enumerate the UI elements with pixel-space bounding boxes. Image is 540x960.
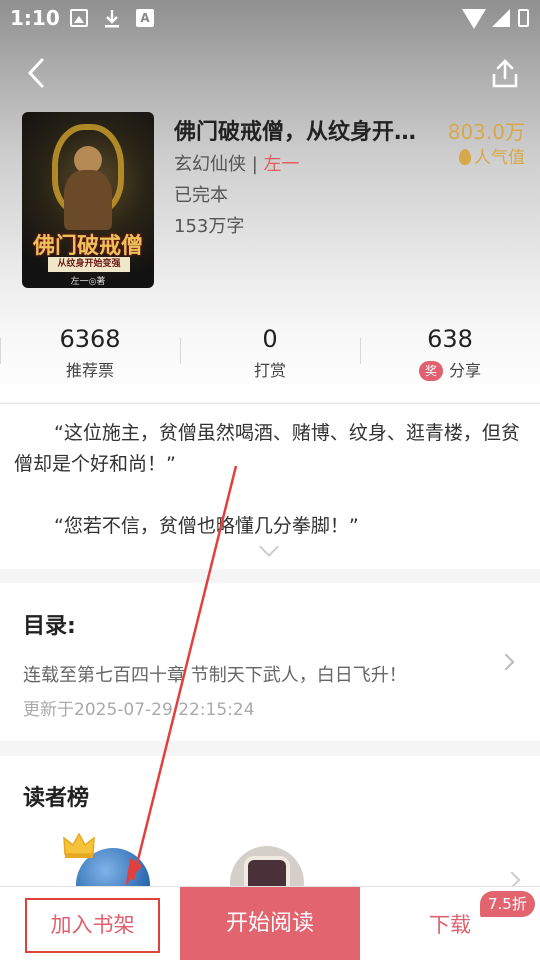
cover-subtitle: 从纹身开始变强 — [48, 257, 130, 272]
stat-share[interactable]: 638 奖分享 — [360, 325, 540, 381]
crown-icon — [63, 832, 95, 858]
stat-recommend[interactable]: 6368 推荐票 — [0, 325, 180, 381]
back-button[interactable] — [22, 56, 52, 90]
start-reading-button[interactable]: 开始阅读 — [180, 887, 360, 960]
download-notification-icon — [103, 9, 121, 28]
reward-badge-icon: 奖 — [418, 361, 443, 381]
book-status: 已完本 — [174, 185, 228, 206]
book-genre[interactable]: 玄幻仙侠 — [174, 154, 246, 175]
book-cover[interactable]: 佛门破戒僧 从纹身开始变强 左一◎著 — [22, 112, 154, 288]
bottom-action-bar: 加入书架 开始阅读 下载 — [0, 886, 540, 960]
wifi-icon — [462, 9, 486, 29]
book-author-link[interactable]: 左一 — [264, 154, 300, 175]
status-time: 1:10 — [10, 6, 60, 30]
book-word-count: 153万字 — [174, 216, 245, 237]
chevron-right-icon — [497, 653, 515, 671]
stat-divider — [180, 338, 181, 364]
avatar[interactable] — [230, 846, 304, 886]
discount-badge: 7.5折 — [480, 891, 535, 917]
book-title: 佛门破戒僧，从纹身开始变强 — [174, 120, 436, 145]
toc-heading: 目录: — [23, 614, 76, 639]
add-to-shelf-button[interactable]: 加入书架 — [25, 898, 160, 953]
app-notification-icon: A — [136, 9, 154, 27]
signal-icon — [492, 9, 510, 27]
reader-ranking-heading: 读者榜 — [23, 786, 90, 811]
intro-paragraph: “这位施主，贫僧虽然喝酒、赌博、纹身、逛青楼，但贫僧却是个好和尚！” — [14, 422, 520, 475]
popularity-label: 人气值 — [459, 143, 525, 168]
stat-divider — [360, 338, 361, 364]
cover-monk-body — [64, 170, 112, 230]
share-button[interactable] — [490, 58, 520, 90]
stat-tip[interactable]: 0 打赏 — [180, 325, 360, 381]
table-of-contents[interactable]: 目录: 连载至第七百四十章 节制天下武人，白日飞升！ 更新于2025-07-29… — [0, 583, 540, 741]
share-icon — [492, 59, 518, 88]
book-genre-author: 玄幻仙侠 | 左一 — [174, 154, 300, 175]
reader-ranking[interactable]: 读者榜 — [0, 756, 540, 886]
chevron-left-icon — [27, 58, 44, 88]
status-bar: 1:10 A — [0, 0, 540, 36]
cover-title: 佛门破戒僧 — [32, 233, 143, 259]
battery-icon — [518, 9, 529, 27]
popularity-value: 803.0万 — [447, 120, 525, 144]
cover-author: 左一◎著 — [70, 277, 106, 287]
chevron-right-icon — [503, 871, 521, 886]
updated-time: 更新于2025-07-29 22:15:24 — [23, 700, 255, 720]
latest-chapter: 连载至第七百四十章 节制天下武人，白日飞升！ — [23, 665, 407, 686]
book-stats: 6368 推荐票 0 打赏 638 奖分享 — [0, 325, 540, 385]
flame-icon — [459, 149, 471, 165]
gallery-notification-icon — [70, 9, 88, 27]
stat-divider — [0, 338, 1, 364]
